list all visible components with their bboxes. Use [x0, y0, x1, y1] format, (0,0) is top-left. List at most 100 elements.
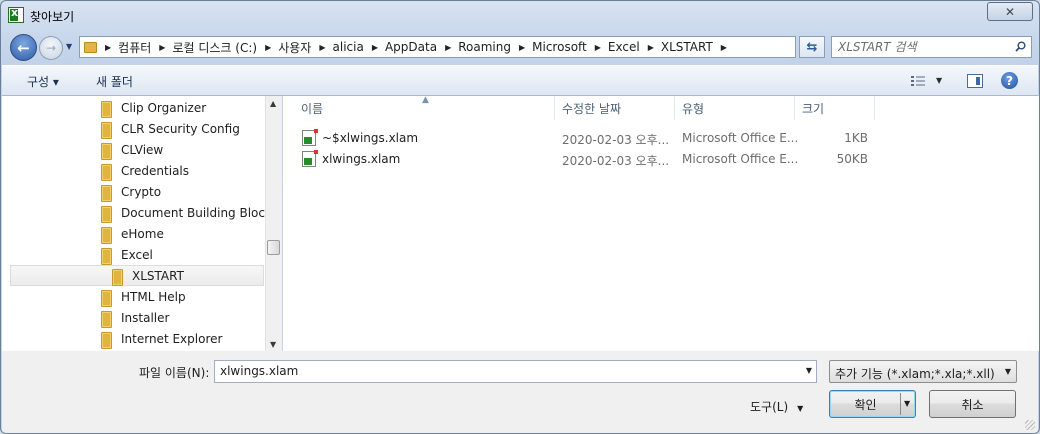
breadcrumb-label: AppData [384, 40, 438, 54]
file-type-select[interactable]: 추가 기능 (*.xlam;*.xla;*.xll) ▼ [829, 360, 1017, 383]
breadcrumb-label: Roaming [458, 40, 511, 54]
file-type: Microsoft Office E... [682, 152, 799, 166]
refresh-button[interactable]: ⇆ [799, 36, 825, 58]
tree-item-label: Clip Organizer [121, 100, 207, 115]
breadcrumb-arrow-icon[interactable]: ▶ [648, 43, 654, 52]
tree-item[interactable]: HTML Help [2, 286, 186, 307]
folder-icon [84, 41, 97, 53]
tree-item[interactable]: Clip Organizer [2, 97, 206, 118]
refresh-icon: ⇆ [806, 39, 818, 55]
view-options-dropdown[interactable]: ▼ [936, 76, 942, 85]
tree-item[interactable]: Document Building Blocks [2, 202, 266, 223]
browse-dialog: 찾아보기 ✕ ← → ▼ ▶ 컴퓨터▶로컬 디스크 (C:)▶사용자▶alici… [0, 0, 1040, 434]
recent-locations-dropdown[interactable]: ▼ [66, 42, 72, 51]
folder-icon [99, 184, 113, 202]
file-size: 1KB [844, 131, 868, 145]
column-divider[interactable] [674, 96, 675, 120]
filename-dropdown-icon[interactable]: ▼ [806, 366, 812, 375]
view-options-icon[interactable] [911, 75, 925, 87]
file-type-dropdown-icon: ▼ [1004, 367, 1011, 376]
column-header-date[interactable]: 수정한 날짜 [562, 96, 675, 120]
folder-icon [99, 226, 113, 244]
tree-item[interactable]: Crypto [2, 181, 161, 202]
breadcrumb-root-arrow[interactable]: ▶ [97, 43, 118, 52]
resize-grip[interactable] [1025, 420, 1035, 430]
back-button[interactable]: ← [10, 34, 37, 61]
filename-combobox[interactable]: ▼ [214, 360, 817, 383]
column-header-type[interactable]: 유형 [682, 96, 795, 120]
tools-menu-button[interactable]: 도구(L) ▼ [750, 398, 803, 415]
tree-item[interactable]: Installer [2, 307, 169, 328]
file-size: 50KB [836, 152, 868, 166]
breadcrumb-arrow-icon[interactable]: ▶ [721, 43, 727, 52]
tree-item[interactable]: Credentials [2, 160, 189, 181]
breadcrumb-arrow-icon[interactable]: ▶ [445, 43, 451, 52]
file-row[interactable]: ~$xlwings.xlam 2020-02-03 오후... Microsoft … [283, 128, 883, 149]
search-box[interactable] [831, 36, 1032, 58]
breadcrumb-arrow-icon[interactable]: ▶ [265, 43, 271, 52]
tree-item[interactable]: CLR Security Config [2, 118, 240, 139]
tree-item-label: CLR Security Config [121, 121, 240, 136]
breadcrumb-item[interactable]: alicia ▶ [333, 40, 385, 54]
file-row[interactable]: xlwings.xlam 2020-02-03 오후... Microsoft Of… [283, 149, 883, 170]
column-divider[interactable] [554, 96, 555, 120]
column-divider[interactable] [794, 96, 795, 120]
search-icon[interactable] [1015, 41, 1026, 52]
breadcrumb-arrow-icon[interactable]: ▶ [319, 43, 325, 52]
tree-item[interactable]: eHome [2, 223, 164, 244]
file-date: 2020-02-03 오후... [562, 154, 670, 168]
file-type-value: 추가 기능 (*.xlam;*.xla;*.xll) [835, 367, 995, 381]
tree-item[interactable]: CLView [2, 139, 163, 160]
address-bar[interactable]: ▶ 컴퓨터 ▶ 로컬 디스크 (C:) ▶ 사용자 ▶ alicia ▶ AppData ▶ Roa… [79, 36, 796, 58]
new-folder-button[interactable]: 새 폴더 [96, 73, 133, 90]
command-bar: 구성 ▾ 새 폴더 ▼ ? [2, 65, 1038, 96]
arrow-left-icon: ← [17, 38, 30, 57]
breadcrumb-item[interactable]: Excel ▶ [608, 40, 661, 54]
folder-icon [99, 205, 113, 223]
column-name-label: 이름 [301, 101, 324, 116]
column-size-label: 크기 [802, 101, 825, 116]
search-input[interactable] [838, 39, 1006, 55]
forward-button[interactable]: → [39, 36, 63, 60]
breadcrumb-arrow-icon[interactable]: ▶ [595, 43, 601, 52]
scroll-up-icon[interactable]: ▲ [270, 99, 276, 108]
breadcrumb-item[interactable]: 컴퓨터 ▶ [118, 39, 172, 56]
help-icon[interactable]: ? [1001, 72, 1018, 89]
filename-input[interactable] [220, 364, 790, 378]
breadcrumb-item[interactable]: XLSTART ▶ [661, 40, 734, 54]
window-title: 찾아보기 [30, 10, 75, 24]
breadcrumb-item[interactable]: Roaming ▶ [458, 40, 532, 54]
tree-item-label: Excel [121, 247, 153, 262]
scroll-down-icon[interactable]: ▼ [270, 340, 276, 349]
preview-pane-icon[interactable] [967, 74, 983, 88]
breadcrumb-item[interactable]: 로컬 디스크 (C:) ▶ [172, 39, 278, 56]
folder-icon [99, 310, 113, 328]
scroll-thumb[interactable] [267, 240, 280, 255]
excel-addin-file-icon [302, 129, 318, 146]
breadcrumb-arrow-icon[interactable]: ▶ [519, 43, 525, 52]
tree-item-label: CLView [121, 142, 164, 157]
tree-item[interactable]: Internet Explorer [2, 328, 222, 349]
file-type: Microsoft Office E... [682, 131, 799, 145]
column-divider[interactable] [874, 96, 875, 120]
breadcrumb-label: XLSTART [660, 40, 713, 54]
open-dropdown-icon[interactable]: ▼ [904, 399, 910, 408]
tree-scrollbar[interactable]: ▲ ▼ [265, 96, 282, 351]
open-button[interactable]: 확인 ▼ [829, 390, 916, 418]
cancel-button[interactable]: 취소 [929, 390, 1016, 418]
excel-addin-file-icon [302, 150, 318, 167]
breadcrumb-item[interactable]: Microsoft ▶ [532, 40, 608, 54]
folder-icon [110, 268, 124, 286]
tree-item-label: Document Building Blocks [121, 205, 266, 220]
tree-item[interactable]: Excel [2, 244, 153, 265]
tree-item[interactable]: XLSTART [10, 265, 264, 286]
breadcrumb-arrow-icon[interactable]: ▶ [159, 43, 165, 52]
breadcrumb-arrow-icon[interactable]: ▶ [372, 43, 378, 52]
close-button[interactable]: ✕ [987, 2, 1033, 21]
organize-button[interactable]: 구성 ▾ [27, 73, 59, 90]
column-header-size[interactable]: 크기 [802, 96, 874, 120]
open-button-label: 확인 [854, 397, 877, 412]
breadcrumb-item[interactable]: 사용자 ▶ [278, 39, 332, 56]
file-name: xlwings.xlam [322, 152, 401, 166]
breadcrumb-item[interactable]: AppData ▶ [385, 40, 458, 54]
